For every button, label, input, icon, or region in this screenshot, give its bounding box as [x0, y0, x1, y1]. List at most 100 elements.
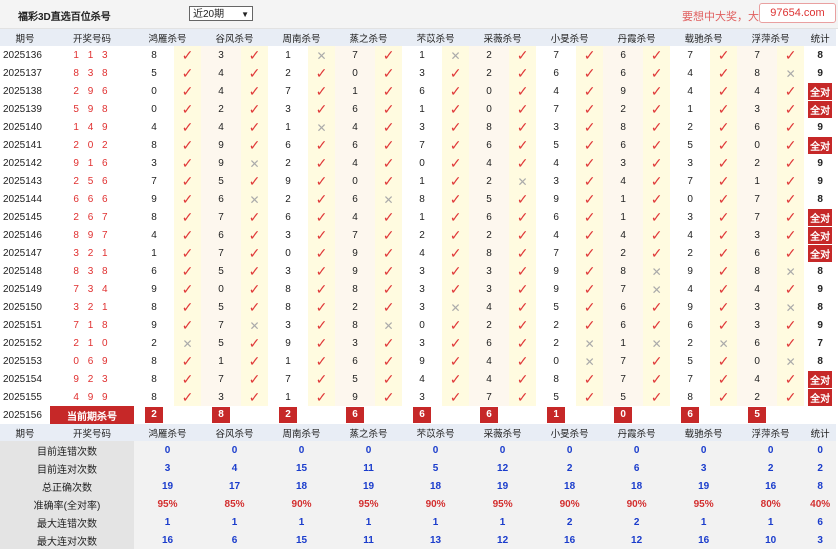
- column-header[interactable]: 芣苡杀号: [402, 29, 470, 46]
- top-bar: 福彩3D直选百位杀号 近20期 ▼ 要想中大奖，大 97654.com: [0, 0, 838, 29]
- cross-icon: ✕: [584, 336, 595, 351]
- stat-value: 90%: [536, 495, 604, 513]
- check-icon: ✓: [583, 263, 596, 279]
- table-row: 2025144 6 6 6 9 ✓ 6 ✕ 2 ✓ 6 ✕ 8 ✓ 5 ✓ 9 ✓ 1 ✓ 0 ✓ 7 ✓ 8: [0, 190, 836, 208]
- column-header[interactable]: 小旻杀号: [536, 424, 604, 441]
- column-header[interactable]: 周南杀号: [268, 424, 336, 441]
- kill-number: 8: [335, 280, 376, 298]
- kill-number: 4: [603, 172, 644, 190]
- issue-number: 2025137: [3, 67, 42, 79]
- stat-value: 12: [469, 459, 537, 477]
- column-header[interactable]: 小旻杀号: [536, 29, 604, 46]
- table-row: 2025151 7 1 8 9 ✓ 7 ✕ 3 ✓ 8 ✕ 0 ✓ 2 ✓ 2 ✓ 6 ✓ 6 ✓ 3 ✓ 9: [0, 316, 836, 334]
- table-row: 2025142 9 1 6 3 ✓ 9 ✕ 2 ✓ 4 ✓ 0 ✓ 4 ✓ 4 ✓ 3 ✓ 3 ✓ 2 ✓ 9: [0, 154, 836, 172]
- column-header[interactable]: 谷风杀号: [201, 424, 269, 441]
- stat-total: 6: [804, 513, 837, 531]
- period-select[interactable]: 近20期 ▼: [189, 6, 253, 21]
- table-row: 2025154 9 2 3 8 ✓ 7 ✓ 7 ✓ 5 ✓ 4 ✓ 4 ✓ 8 ✓ 7 ✓ 7 ✓ 4 ✓ 全对: [0, 370, 836, 388]
- kill-number: 7: [134, 172, 174, 190]
- column-header[interactable]: 统计: [804, 424, 837, 441]
- column-header[interactable]: 浮萍杀号: [737, 29, 805, 46]
- check-icon: ✓: [784, 191, 797, 207]
- column-header[interactable]: 周南杀号: [268, 29, 336, 46]
- check-icon: ✓: [382, 263, 395, 279]
- column-header[interactable]: 期号: [0, 424, 50, 441]
- kill-number: 6: [737, 244, 778, 262]
- check-icon: ✓: [717, 47, 730, 63]
- column-header[interactable]: 统计: [804, 29, 837, 46]
- check-icon: ✓: [382, 137, 395, 153]
- kill-number: 8: [469, 118, 510, 136]
- kill-number: 3: [201, 46, 242, 64]
- stat-value: 0: [737, 441, 805, 459]
- kill-number: 4: [670, 82, 711, 100]
- stat-total: 40%: [804, 495, 837, 513]
- stat-value: 18: [402, 477, 470, 495]
- kill-number: 9: [134, 190, 174, 208]
- kill-number: 2: [469, 64, 510, 82]
- draw-numbers: 2 9 6: [73, 85, 111, 97]
- column-header[interactable]: 浮萍杀号: [737, 424, 805, 441]
- column-header[interactable]: 载驰杀号: [670, 29, 738, 46]
- kill-number: 5: [670, 136, 711, 154]
- kill-number: 3: [603, 154, 644, 172]
- column-header[interactable]: 谷风杀号: [201, 29, 269, 46]
- column-header[interactable]: 期号: [0, 29, 50, 46]
- kill-number: 5: [201, 172, 242, 190]
- column-header[interactable]: 丹霞杀号: [603, 29, 671, 46]
- table-row: 2025139 5 9 8 0 ✓ 2 ✓ 3 ✓ 6 ✓ 1 ✓ 0 ✓ 7 ✓ 2 ✓ 1 ✓ 3 ✓ 全对: [0, 100, 836, 118]
- check-icon: ✓: [248, 371, 261, 387]
- check-icon: ✓: [583, 317, 596, 333]
- check-icon: ✓: [784, 83, 797, 99]
- site-badge[interactable]: 97654.com: [759, 3, 836, 23]
- column-header[interactable]: 丹霞杀号: [603, 424, 671, 441]
- row-stat: 9: [817, 121, 823, 133]
- column-header[interactable]: 采薇杀号: [469, 424, 537, 441]
- issue-number: 2025156: [3, 409, 42, 421]
- kill-number: 5: [536, 388, 577, 406]
- check-icon: ✓: [181, 173, 194, 189]
- column-header[interactable]: 蒸之杀号: [335, 29, 403, 46]
- check-icon: ✓: [449, 137, 462, 153]
- check-icon: ✓: [315, 389, 328, 405]
- kill-number: 4: [670, 64, 711, 82]
- column-header[interactable]: 鸿雁杀号: [134, 424, 202, 441]
- kill-number: 7: [268, 82, 309, 100]
- kill-number: 6: [268, 208, 309, 226]
- table-row: 2025153 0 6 9 8 ✓ 1 ✓ 1 ✓ 6 ✓ 9 ✓ 4 ✓ 0 ✕ 7 ✓ 5 ✓ 0 ✕ 8: [0, 352, 836, 370]
- column-header[interactable]: 开奖号码: [50, 29, 134, 46]
- kill-number: 3: [737, 298, 778, 316]
- stat-row: 最大连错次数 1 1 1 1 1 1 2 2 1 1 6: [0, 513, 837, 531]
- cross-icon: ✕: [517, 174, 528, 189]
- promo-text[interactable]: 要想中大奖，大: [682, 8, 759, 24]
- kill-number: 5: [536, 136, 577, 154]
- column-header[interactable]: 鸿雁杀号: [134, 29, 202, 46]
- check-icon: ✓: [449, 173, 462, 189]
- column-header[interactable]: 开奖号码: [50, 424, 134, 441]
- check-icon: ✓: [650, 47, 663, 63]
- kill-number: 7: [536, 244, 577, 262]
- stat-value: 16: [737, 477, 805, 495]
- cross-icon: ✕: [584, 354, 595, 369]
- column-header[interactable]: 芣苡杀号: [402, 424, 470, 441]
- column-header[interactable]: 载驰杀号: [670, 424, 738, 441]
- kill-number: 5: [201, 298, 242, 316]
- column-header[interactable]: 采薇杀号: [469, 29, 537, 46]
- cross-icon: ✕: [249, 156, 260, 171]
- check-icon: ✓: [650, 119, 663, 135]
- issue-number: 2025142: [3, 157, 42, 169]
- check-icon: ✓: [784, 389, 797, 405]
- kill-number: 8: [134, 208, 174, 226]
- check-icon: ✓: [181, 209, 194, 225]
- stat-row: 准确率(全对率) 95% 85% 90% 95% 90% 95% 90% 90% 95% 80% 40…: [0, 495, 837, 513]
- check-icon: ✓: [516, 119, 529, 135]
- kill-number: 3: [536, 172, 577, 190]
- kill-number: 8: [268, 280, 309, 298]
- kill-number: 8: [134, 46, 174, 64]
- draw-numbers: 8 3 8: [73, 265, 111, 277]
- kill-number: 3: [737, 316, 778, 334]
- check-icon: ✓: [449, 209, 462, 225]
- column-header[interactable]: 蒸之杀号: [335, 424, 403, 441]
- check-icon: ✓: [181, 65, 194, 81]
- stat-value: 0: [402, 441, 470, 459]
